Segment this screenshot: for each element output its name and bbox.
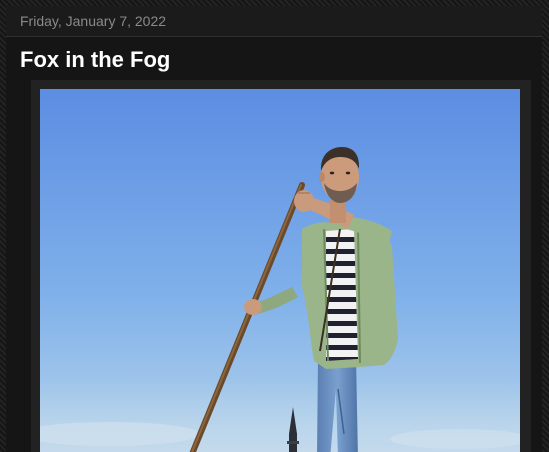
post-title[interactable]: Fox in the Fog bbox=[20, 47, 170, 73]
date-header: Friday, January 7, 2022 bbox=[6, 6, 542, 37]
post-photo[interactable] bbox=[40, 89, 520, 452]
blog-page: Friday, January 7, 2022 Fox in the Fog bbox=[0, 0, 549, 452]
post-date: Friday, January 7, 2022 bbox=[20, 13, 167, 29]
